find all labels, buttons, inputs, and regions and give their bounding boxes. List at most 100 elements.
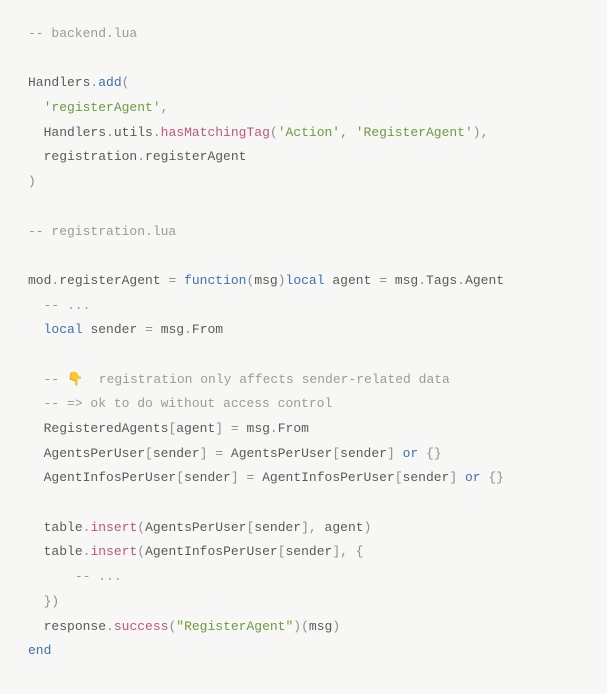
- ident-registration: registration: [44, 149, 138, 164]
- ident-handlers: Handlers: [28, 75, 90, 90]
- punct-comma: ,: [309, 520, 317, 535]
- punct-rparen: ): [28, 174, 36, 189]
- punct-rbrace: }: [496, 470, 504, 485]
- punct-eq: =: [168, 273, 176, 288]
- ident-msg-last: msg: [309, 619, 332, 634]
- punct-comma: ,: [161, 100, 169, 115]
- punct-rbracket: ]: [449, 470, 457, 485]
- kw-end: end: [28, 643, 51, 658]
- string-register-agent: 'registerAgent': [44, 100, 161, 115]
- punct-lbracket: [: [395, 470, 403, 485]
- kw-local-2: local: [44, 322, 83, 337]
- ident-tags: Tags: [426, 273, 457, 288]
- call-insert-2: insert: [90, 544, 137, 559]
- punct-rbracket: ]: [231, 470, 239, 485]
- ident-agent: agent: [332, 273, 371, 288]
- punct-eq: =: [215, 446, 223, 461]
- ident-agents-per-user: AgentsPerUser: [44, 446, 145, 461]
- ident-agent-infos-per-user: AgentInfosPerUser: [44, 470, 177, 485]
- string-register-agent-dq: "RegisterAgent": [176, 619, 293, 634]
- ident-sender: sender: [90, 322, 137, 337]
- ident-table: table: [44, 520, 83, 535]
- ident-sender-2: sender: [153, 446, 200, 461]
- punct-comma: ,: [340, 544, 348, 559]
- punct-rparen: ): [51, 594, 59, 609]
- method-add: add: [98, 75, 121, 90]
- punct-rbracket: ]: [387, 446, 395, 461]
- call-has-matching-tag: hasMatchingTag: [161, 125, 270, 140]
- code-block: -- backend.lua Handlers.add( 'registerAg…: [0, 0, 607, 694]
- ident-sender-7: sender: [286, 544, 333, 559]
- comment-registration: -- registration.lua: [28, 224, 176, 239]
- punct-lparen: (: [301, 619, 309, 634]
- ident-register-agent-2: registerAgent: [59, 273, 160, 288]
- ident-agent-2: agent: [176, 421, 215, 436]
- ident-register-agent: registerAgent: [145, 149, 246, 164]
- ident-msg: msg: [247, 421, 270, 436]
- punct-lbracket: [: [145, 446, 153, 461]
- ident-handlers-2: Handlers: [44, 125, 106, 140]
- punct-rparen: ): [364, 520, 372, 535]
- punct-rparen: ): [332, 619, 340, 634]
- ident-mod: mod: [28, 273, 51, 288]
- punct-rbracket: ]: [200, 446, 208, 461]
- punct-rbracket: ]: [301, 520, 309, 535]
- punct-lbrace: {: [356, 544, 364, 559]
- punct-dot: .: [418, 273, 426, 288]
- ident-agents-per-user-2: AgentsPerUser: [231, 446, 332, 461]
- punct-comma: ,: [481, 125, 489, 140]
- comment-backend: -- backend.lua: [28, 26, 137, 41]
- punct-dot: .: [270, 421, 278, 436]
- punct-rbracket: ]: [215, 421, 223, 436]
- string-action: 'Action': [278, 125, 340, 140]
- punct-dot: .: [184, 322, 192, 337]
- kw-or: or: [403, 446, 419, 461]
- punct-lparen: (: [122, 75, 130, 90]
- ident-agents-per-user-3: AgentsPerUser: [145, 520, 246, 535]
- ident-sender-4: sender: [184, 470, 231, 485]
- punct-rbracket: ]: [332, 544, 340, 559]
- punct-dot: .: [457, 273, 465, 288]
- ident-msg: msg: [395, 273, 418, 288]
- punct-eq: =: [231, 421, 239, 436]
- punct-lparen: (: [137, 544, 145, 559]
- ident-agent-3: agent: [325, 520, 364, 535]
- comment-ok: -- => ok to do without access control: [44, 396, 333, 411]
- ident-table-2: table: [44, 544, 83, 559]
- punct-dot: .: [153, 125, 161, 140]
- ident-from-2: From: [278, 421, 309, 436]
- punct-dot: .: [137, 149, 145, 164]
- kw-or-2: or: [465, 470, 481, 485]
- punct-dot: .: [106, 125, 114, 140]
- ident-sender-3: sender: [340, 446, 387, 461]
- ident-sender-5: sender: [403, 470, 450, 485]
- punct-lparen: (: [137, 520, 145, 535]
- ident-sender-6: sender: [254, 520, 301, 535]
- punct-comma: ,: [340, 125, 348, 140]
- kw-function: function: [184, 273, 246, 288]
- punct-lbracket: [: [278, 544, 286, 559]
- punct-rbrace: }: [434, 446, 442, 461]
- punct-eq: =: [379, 273, 387, 288]
- punct-eq: =: [145, 322, 153, 337]
- string-register-agent-2: 'RegisterAgent': [356, 125, 473, 140]
- ident-agent-cap: Agent: [465, 273, 504, 288]
- punct-lbrace: {: [426, 446, 434, 461]
- kw-local: local: [286, 273, 325, 288]
- call-success: success: [114, 619, 169, 634]
- comment-point: -- 👇 registration only affects sender-re…: [44, 372, 450, 387]
- call-insert: insert: [90, 520, 137, 535]
- punct-lparen: (: [270, 125, 278, 140]
- punct-rparen: ): [293, 619, 301, 634]
- comment-ellipsis-2: -- ...: [75, 569, 122, 584]
- ident-registered-agents: RegisteredAgents: [44, 421, 169, 436]
- ident-from: From: [192, 322, 223, 337]
- ident-msg: msg: [254, 273, 277, 288]
- punct-rparen: ): [278, 273, 286, 288]
- ident-agent-infos-per-user-2: AgentInfosPerUser: [262, 470, 395, 485]
- ident-response: response: [44, 619, 106, 634]
- punct-dot: .: [106, 619, 114, 634]
- punct-rparen: ): [473, 125, 481, 140]
- ident-utils: utils: [114, 125, 153, 140]
- ident-agent-infos-per-user-3: AgentInfosPerUser: [145, 544, 278, 559]
